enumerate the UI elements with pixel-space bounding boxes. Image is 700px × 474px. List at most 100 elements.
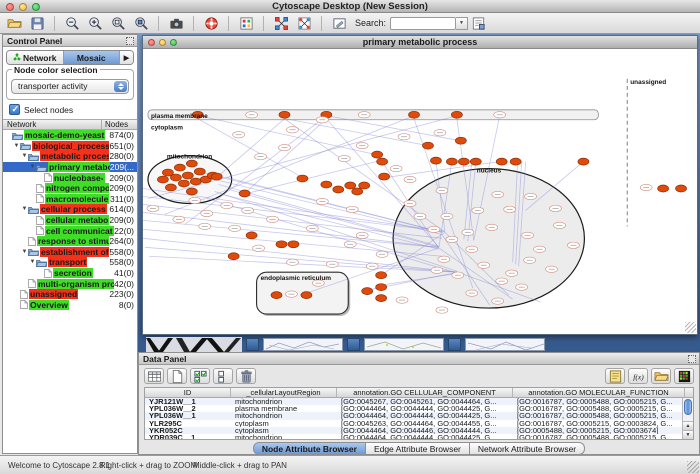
help-button[interactable]	[201, 14, 221, 32]
save-session-button[interactable]	[27, 14, 47, 32]
tree-item[interactable]: ▼primary metabo209(...	[3, 162, 137, 173]
scroll-up-icon[interactable]: ▲	[683, 421, 693, 430]
network-node[interactable]	[288, 241, 299, 248]
network-node[interactable]	[510, 158, 521, 165]
tree-item[interactable]: ▼metabolic process280(0)	[3, 151, 137, 162]
zoom-in-button[interactable]	[85, 14, 105, 32]
tree-item[interactable]: secretion41(0)	[3, 268, 137, 279]
network-node[interactable]	[174, 164, 185, 171]
tab-mosaic[interactable]: Mosaic	[64, 51, 121, 64]
notes-button[interactable]	[605, 368, 625, 384]
table-cell[interactable]: plasma membrane	[231, 405, 337, 412]
configure-search-button[interactable]	[468, 14, 488, 32]
network-column-header[interactable]: Network	[3, 120, 101, 129]
network-node[interactable]	[186, 160, 197, 167]
zoom-window-icon[interactable]	[170, 39, 177, 46]
resize-grip-icon[interactable]	[685, 322, 696, 333]
network-node[interactable]	[376, 295, 387, 302]
network-node[interactable]	[333, 186, 344, 193]
tree-item[interactable]: ▼biological_process651(0)	[3, 141, 137, 152]
table-row[interactable]: YPL036W__1mitochondrion[GO:0044464, GO:0…	[145, 412, 693, 419]
network-node[interactable]	[376, 272, 387, 279]
network-node[interactable]	[321, 181, 332, 188]
table-cell[interactable]: YDR039C__1	[145, 434, 231, 440]
unselect-attributes-button[interactable]	[213, 368, 233, 384]
table-cell[interactable]: [GO:0044464, GO:0044444, GO:0044425, G..…	[337, 412, 513, 419]
column-header[interactable]: _cellularLayoutRegion	[231, 388, 337, 397]
node-color-dropdown[interactable]: transporter activity	[11, 79, 129, 94]
background-window-thumbnail[interactable]	[465, 338, 545, 351]
tab-overflow-button[interactable]: ▶	[120, 51, 133, 64]
network-node[interactable]	[182, 172, 193, 179]
tree-item[interactable]: ▼establishment of lo558(0)	[3, 247, 137, 258]
network-node[interactable]	[170, 174, 181, 181]
table-cell[interactable]: [GO:0016787, GO:0005488, GO:0005215, G..…	[513, 434, 685, 440]
table-cell[interactable]: mitochondrion	[231, 398, 337, 405]
network-node[interactable]	[372, 151, 383, 158]
network-node[interactable]	[676, 185, 687, 192]
network-node[interactable]	[658, 185, 669, 192]
network-node[interactable]	[379, 173, 390, 180]
zoom-window-icon[interactable]	[32, 3, 40, 11]
table-cell[interactable]: YJR121W__1	[145, 398, 231, 405]
edit-select-button[interactable]	[329, 14, 349, 32]
network-node[interactable]	[376, 284, 387, 291]
vizmapper-button[interactable]	[236, 14, 256, 32]
table-row[interactable]: YPL036W__2plasma membrane[GO:0044464, GO…	[145, 405, 693, 412]
search-dropdown-icon[interactable]: ▼	[456, 17, 468, 30]
network-node[interactable]	[279, 111, 290, 118]
network-view-titlebar[interactable]: primary metabolic process	[143, 36, 697, 49]
tree-item[interactable]: unassigned223(0)	[3, 289, 137, 300]
disclosure-triangle-icon[interactable]: ▼	[29, 164, 36, 170]
disclosure-triangle-icon[interactable]: ▼	[13, 143, 20, 149]
tree-item[interactable]: cell communicat22(0)	[3, 225, 137, 236]
network-node[interactable]	[165, 184, 176, 191]
resize-grip-icon[interactable]	[687, 461, 699, 473]
network-node[interactable]	[430, 157, 441, 164]
table-cell[interactable]: mitochondrion	[231, 412, 337, 419]
background-window-thumbnail[interactable]	[347, 338, 360, 351]
network-node[interactable]	[422, 142, 433, 149]
attribute-matrix-button[interactable]	[674, 368, 694, 384]
function-builder-button[interactable]: f(x)	[628, 368, 648, 384]
background-window-thumbnail[interactable]	[448, 338, 461, 351]
network-node[interactable]	[409, 111, 420, 118]
table-cell[interactable]: [GO:0044464, GO:0044446, GO:0044444, G..…	[337, 427, 513, 434]
network-node[interactable]	[578, 158, 589, 165]
tree-item[interactable]: ▼transport558(0)	[3, 257, 137, 268]
layout-edges-button[interactable]	[294, 14, 314, 32]
open-file-button[interactable]	[4, 14, 24, 32]
table-cell[interactable]: [GO:0016787, GO:0005488, GO:0005215, G..…	[513, 412, 685, 419]
table-cell[interactable]: [GO:0016787, GO:0005488, GO:0005215, G..…	[513, 398, 685, 405]
column-header[interactable]: annotation.GO CELLULAR_COMPONENT	[337, 388, 513, 397]
disclosure-triangle-icon[interactable]: ▼	[29, 259, 36, 265]
network-node[interactable]	[194, 168, 205, 175]
network-node[interactable]	[246, 232, 257, 239]
close-icon[interactable]	[148, 39, 155, 46]
tree-item[interactable]: nucleobase-209(0)	[3, 172, 137, 183]
table-cell[interactable]: cytoplasm	[231, 427, 337, 434]
network-node[interactable]	[190, 178, 201, 185]
new-attribute-button[interactable]	[167, 368, 187, 384]
network-node[interactable]	[352, 188, 363, 195]
table-cell[interactable]: [GO:0016787, GO:0005488, GO:0005215, G..…	[513, 405, 685, 412]
float-panel-icon[interactable]	[688, 355, 696, 363]
table-cell[interactable]: [GO:0045263, GO:0044464, GO:0044455, G..…	[337, 420, 513, 427]
tab-edge-attribute-browser[interactable]: Edge Attribute Browser	[366, 442, 470, 455]
network-node[interactable]	[359, 182, 370, 189]
zoom-to-fit-button[interactable]	[108, 14, 128, 32]
tab-network-attribute-browser[interactable]: Network Attribute Browser	[470, 442, 585, 455]
table-cell[interactable]: YPL036W__2	[145, 405, 231, 412]
table-cell[interactable]: YKR052C	[145, 427, 231, 434]
search-input[interactable]	[390, 17, 456, 30]
network-node[interactable]	[446, 158, 457, 165]
network-node[interactable]	[362, 288, 373, 295]
tree-item[interactable]: Overview8(0)	[3, 300, 137, 311]
tree-item[interactable]: nitrogen compo209(0)	[3, 183, 137, 194]
table-cell[interactable]: [GO:0016787, GO:0005215, GO:0003824, G..…	[513, 420, 685, 427]
table-scrollbar[interactable]: ▲ ▼	[682, 398, 693, 439]
network-node[interactable]	[228, 253, 239, 260]
background-window-thumbnail[interactable]	[364, 338, 444, 351]
select-nodes-checkbox[interactable]	[9, 104, 20, 115]
network-node[interactable]	[301, 292, 312, 299]
